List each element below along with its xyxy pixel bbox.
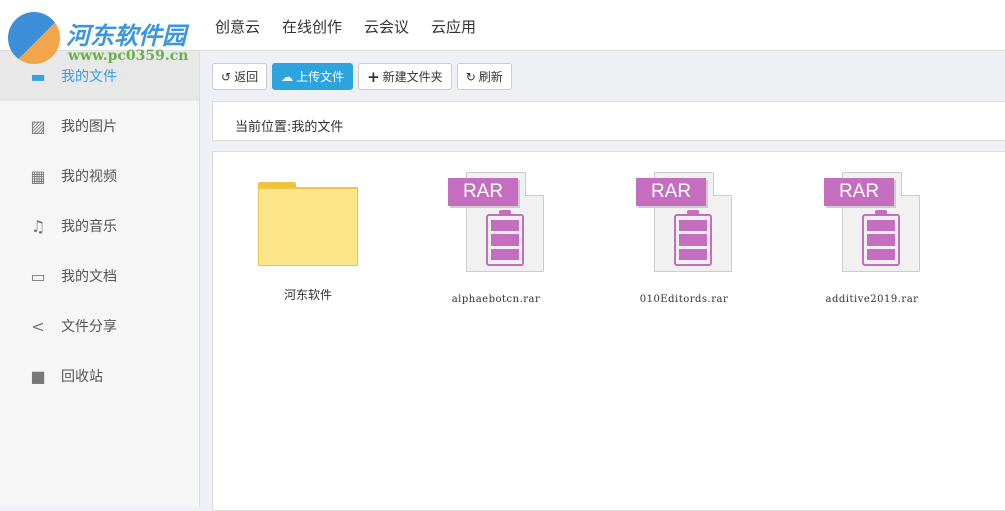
rar-file-icon: RAR	[636, 172, 732, 274]
toolbar: ↺ 返回 ☁ 上传文件 + 新建文件夹 ↻ 刷新	[212, 63, 512, 90]
nav-item[interactable]: 创意云	[215, 16, 260, 37]
file-item-rar[interactable]: RAR alphaebotcn.rar	[421, 172, 571, 305]
file-grid: 河东软件 RAR alphaebotcn.rar RAR 010Editords…	[212, 151, 1005, 511]
file-name: additive2019.rar	[825, 294, 919, 305]
file-item-rar[interactable]: RAR additive2019.rar	[797, 172, 947, 305]
sidebar: ▬ 我的文件 ▨ 我的图片 ▦ 我的视频 ♫ 我的音乐 ▭ 我的文档 < 文件分享 ■ 回收站	[0, 51, 200, 506]
sidebar-item-label: 我的文档	[61, 269, 117, 285]
folder-icon: ▬	[30, 66, 46, 86]
logo: 河东软件园 www.pc0359.cn	[6, 8, 201, 66]
logo-name: 河东软件园	[66, 22, 186, 50]
rar-file-icon: RAR	[824, 172, 920, 274]
file-item-rar[interactable]: RAR 010Editords.rar	[609, 172, 759, 305]
sidebar-item-label: 我的图片	[61, 119, 117, 135]
sidebar-item-recycle-bin[interactable]: ■ 回收站	[0, 351, 199, 401]
image-icon: ▨	[30, 116, 46, 136]
share-icon: <	[31, 316, 45, 336]
cloud-upload-icon: ☁	[281, 69, 294, 84]
nav-item[interactable]: 云应用	[431, 16, 476, 37]
sidebar-item-my-images[interactable]: ▨ 我的图片	[0, 101, 199, 151]
file-name: alphaebotcn.rar	[451, 294, 541, 305]
undo-icon: ↺	[221, 69, 232, 84]
sidebar-item-label: 我的视频	[61, 169, 117, 185]
sidebar-item-label: 回收站	[61, 369, 103, 385]
sidebar-item-label: 我的文件	[61, 69, 117, 85]
refresh-icon: ↻	[465, 69, 476, 84]
new-folder-button[interactable]: + 新建文件夹	[358, 63, 452, 90]
nav-item[interactable]: 在线创作	[282, 16, 342, 37]
breadcrumb: 当前位置:我的文件	[212, 101, 1005, 141]
trash-icon: ■	[30, 366, 46, 386]
file-item-folder[interactable]: 河东软件	[233, 172, 383, 303]
sidebar-item-my-documents[interactable]: ▭ 我的文档	[0, 251, 199, 301]
inbox-icon: ▭	[30, 266, 46, 286]
rar-file-icon: RAR	[448, 172, 544, 274]
music-icon: ♫	[30, 216, 46, 236]
file-name: 010Editords.rar	[639, 294, 729, 305]
top-nav: 创意云 在线创作 云会议 云应用	[215, 16, 476, 37]
sidebar-item-label: 我的音乐	[61, 219, 117, 235]
refresh-label: 刷新	[478, 70, 503, 84]
upload-button[interactable]: ☁ 上传文件	[272, 63, 354, 90]
logo-mark	[8, 12, 60, 64]
plus-icon: +	[367, 67, 380, 86]
sidebar-item-my-videos[interactable]: ▦ 我的视频	[0, 151, 199, 201]
rar-badge: RAR	[824, 178, 894, 206]
back-label: 返回	[234, 70, 259, 84]
rar-badge: RAR	[448, 178, 518, 206]
folder-icon	[258, 182, 358, 266]
logo-url: www.pc0359.cn	[68, 48, 189, 64]
sidebar-item-label: 文件分享	[61, 319, 117, 335]
new-folder-label: 新建文件夹	[382, 70, 443, 84]
refresh-button[interactable]: ↻ 刷新	[456, 63, 512, 90]
sidebar-item-file-share[interactable]: < 文件分享	[0, 301, 199, 351]
back-button[interactable]: ↺ 返回	[212, 63, 268, 90]
file-name: 河东软件	[283, 288, 332, 302]
nav-item[interactable]: 云会议	[364, 16, 409, 37]
film-icon: ▦	[30, 166, 46, 186]
sidebar-item-my-music[interactable]: ♫ 我的音乐	[0, 201, 199, 251]
upload-label: 上传文件	[296, 70, 345, 84]
rar-badge: RAR	[636, 178, 706, 206]
